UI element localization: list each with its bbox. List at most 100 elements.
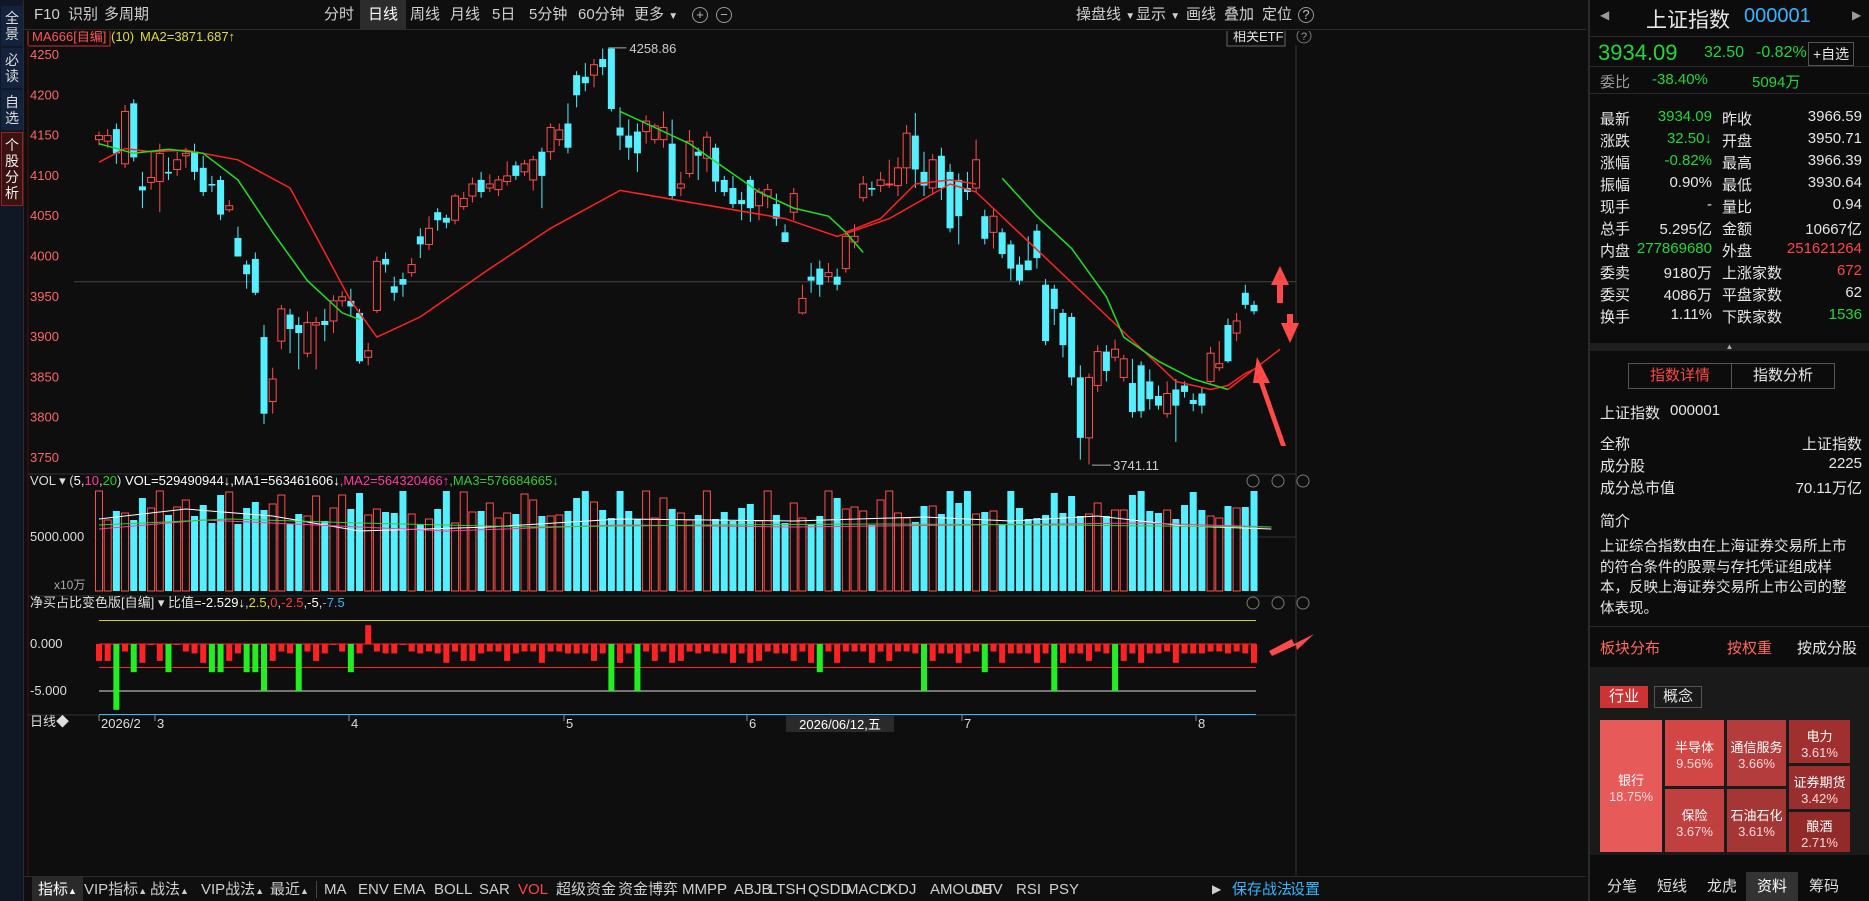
tab-more[interactable]: 更多 ▼ [634,0,678,30]
settings-button[interactable]: 设置 [1290,877,1320,901]
tab-monthly[interactable]: 月线 [450,0,480,30]
sector-tile[interactable]: 石油石化 3.61% [1727,789,1786,852]
sector-tile[interactable]: 保险 3.67% [1665,789,1724,852]
volume-bar-up [893,512,902,592]
indicator-tab-abjb[interactable]: ABJB [734,877,772,901]
bottom-tab-4[interactable]: 筹码 [1798,872,1850,901]
indicator-tab-ltsh[interactable]: LTSH [769,877,806,901]
vip-indicator-menu[interactable]: VIP指标▲ [84,877,147,901]
indicator-tab-rsi[interactable]: RSI [1016,877,1041,901]
quote-row: 委卖 9180万 上涨家数 672 [1600,262,1862,284]
chart-canvas[interactable]: MA666[自编] (10) MA2=3871.687↑ 相关ETF ?42504200… [24,31,1586,876]
indicator-tab-kdj[interactable]: KDJ [888,877,916,901]
save-strategy-button[interactable]: 保存战法 [1232,877,1292,901]
indicator-tab-boll[interactable]: BOLL [434,877,472,901]
indicator-tab-macd[interactable]: MACD [846,877,890,901]
indicator-tab-ema[interactable]: EMA [393,877,426,901]
indicator-bar [599,644,606,654]
next-stock-icon[interactable]: ▶ [1852,8,1861,22]
indicator-tab-psy[interactable]: PSY [1049,877,1079,901]
tab-weekly[interactable]: 周线 [410,0,440,30]
indicator-tab-obv[interactable]: OBV [971,877,1003,901]
strategy-menu[interactable]: 战法▲ [150,877,189,901]
indicator-bar [1224,644,1231,654]
sector-tile[interactable]: 电力 3.61% [1789,720,1850,763]
sidebar-item-watchlist[interactable]: 自选 [1,90,23,130]
vol-value: VOL=529490944↓ [121,473,230,488]
tab-5day[interactable]: 5日 [492,0,515,30]
bottom-tab-0[interactable]: 分笔 [1596,872,1648,901]
volume-bar-up [407,513,416,592]
sidebar-item-overview[interactable]: 全景 [1,6,23,46]
concept-button[interactable]: 概念 [1654,686,1702,708]
trade-line-menu[interactable]: 操盘线 ▼ [1076,0,1135,30]
candle-down [538,151,546,176]
quote-label: 最新 [1600,111,1631,128]
help-button[interactable]: ? [1298,0,1314,30]
indicator-tab-qsdd[interactable]: QSDD [808,877,851,901]
sector-tile[interactable]: 银行 18.75% [1600,720,1662,852]
volume-bar-down [729,521,737,591]
by-weight-tab[interactable]: 按权重 [1727,637,1772,658]
identify-button[interactable]: 识别 [68,0,98,30]
indicator-bar [1059,644,1066,663]
tab-intraday[interactable]: 分时 [324,0,354,30]
multi-period-button[interactable]: 多周期 [104,0,149,30]
sidebar-item-must-read[interactable]: 必读 [1,48,23,88]
add-watchlist-button[interactable]: +自选 [1808,42,1855,66]
caret-up-icon: ▲ [300,886,309,896]
info-value: 2225 [1828,455,1862,472]
chevron-down-icon: ▼ [668,11,679,22]
collapse-handle[interactable]: ▲ [1590,343,1869,351]
volume-bar-up [329,507,338,592]
tab-index-analysis[interactable]: 指数分析 [1731,363,1835,389]
candle-down [512,165,520,176]
indicator-tab-资金博弈[interactable]: 资金博弈 [618,877,678,901]
bottom-tab-3[interactable]: 资料 [1746,872,1798,901]
indicator-menu[interactable]: 指标▲ [32,877,83,901]
tab-daily[interactable]: 日线 [360,0,407,30]
locate-button[interactable]: 定位 [1262,0,1292,30]
tab-index-detail[interactable]: 指数详情 [1628,363,1732,389]
candle-down [1050,288,1058,309]
volume-bar-up [685,519,694,592]
indicator-bar [504,644,511,661]
sector-tile[interactable]: 证券期货 3.42% [1789,766,1850,809]
overlay-button[interactable]: 叠加 [1224,0,1254,30]
display-menu[interactable]: 显示 ▼ [1136,0,1180,30]
sector-tile[interactable]: 酿酒 2.71% [1789,812,1850,852]
sector-tile[interactable]: 通信服务 3.66% [1727,720,1786,786]
tab-60min[interactable]: 60分钟 [578,0,625,30]
draw-line-button[interactable]: 画线 [1186,0,1216,30]
indicator-bar [582,644,589,654]
indicator-tab-sar[interactable]: SAR [479,877,510,901]
f10-button[interactable]: F10 [34,0,60,30]
chart-area[interactable]: MA666[自编] (10) MA2=3871.687↑ 相关ETF? 4250 4200… [24,31,1586,876]
indicator-tab-超级资金[interactable]: 超级资金 [556,877,616,901]
volume-bar-up [841,508,850,592]
indicator-tab-mmpp[interactable]: MMPP [682,877,727,901]
by-constituent-tab[interactable]: 按成分股 [1797,637,1857,658]
industry-button[interactable]: 行业 [1600,686,1648,708]
indicator-tab-vol[interactable]: VOL [518,877,548,901]
bottom-tab-2[interactable]: 龙虎 [1696,872,1748,901]
prev-stock-icon[interactable]: ◀ [1600,8,1609,22]
zoom-out-button[interactable]: − [716,0,732,30]
vip-strategy-menu[interactable]: VIP战法▲ [201,877,264,901]
candle-up [529,159,538,181]
indicator-tab-env[interactable]: ENV [358,877,389,901]
sector-tile[interactable]: 半导体 9.56% [1665,720,1724,786]
sector-name: 银行 [1617,773,1644,788]
sidebar-item-stock-analysis[interactable]: 个股分析 [1,132,23,206]
candle-down [138,186,146,191]
volume-bar-up [1163,509,1172,592]
volume-bar-down [816,516,824,591]
info-code: 000001 [1670,402,1721,419]
zoom-in-button[interactable]: + [692,0,708,30]
scroll-right-icon[interactable]: ▶ [1212,877,1221,901]
quote-label: 平盘家数 [1722,287,1783,304]
indicator-tab-ma[interactable]: MA [324,877,347,901]
recent-menu[interactable]: 最近▲ [270,877,309,901]
tab-5min[interactable]: 5分钟 [529,0,567,30]
bottom-tab-1[interactable]: 短线 [1646,872,1698,901]
